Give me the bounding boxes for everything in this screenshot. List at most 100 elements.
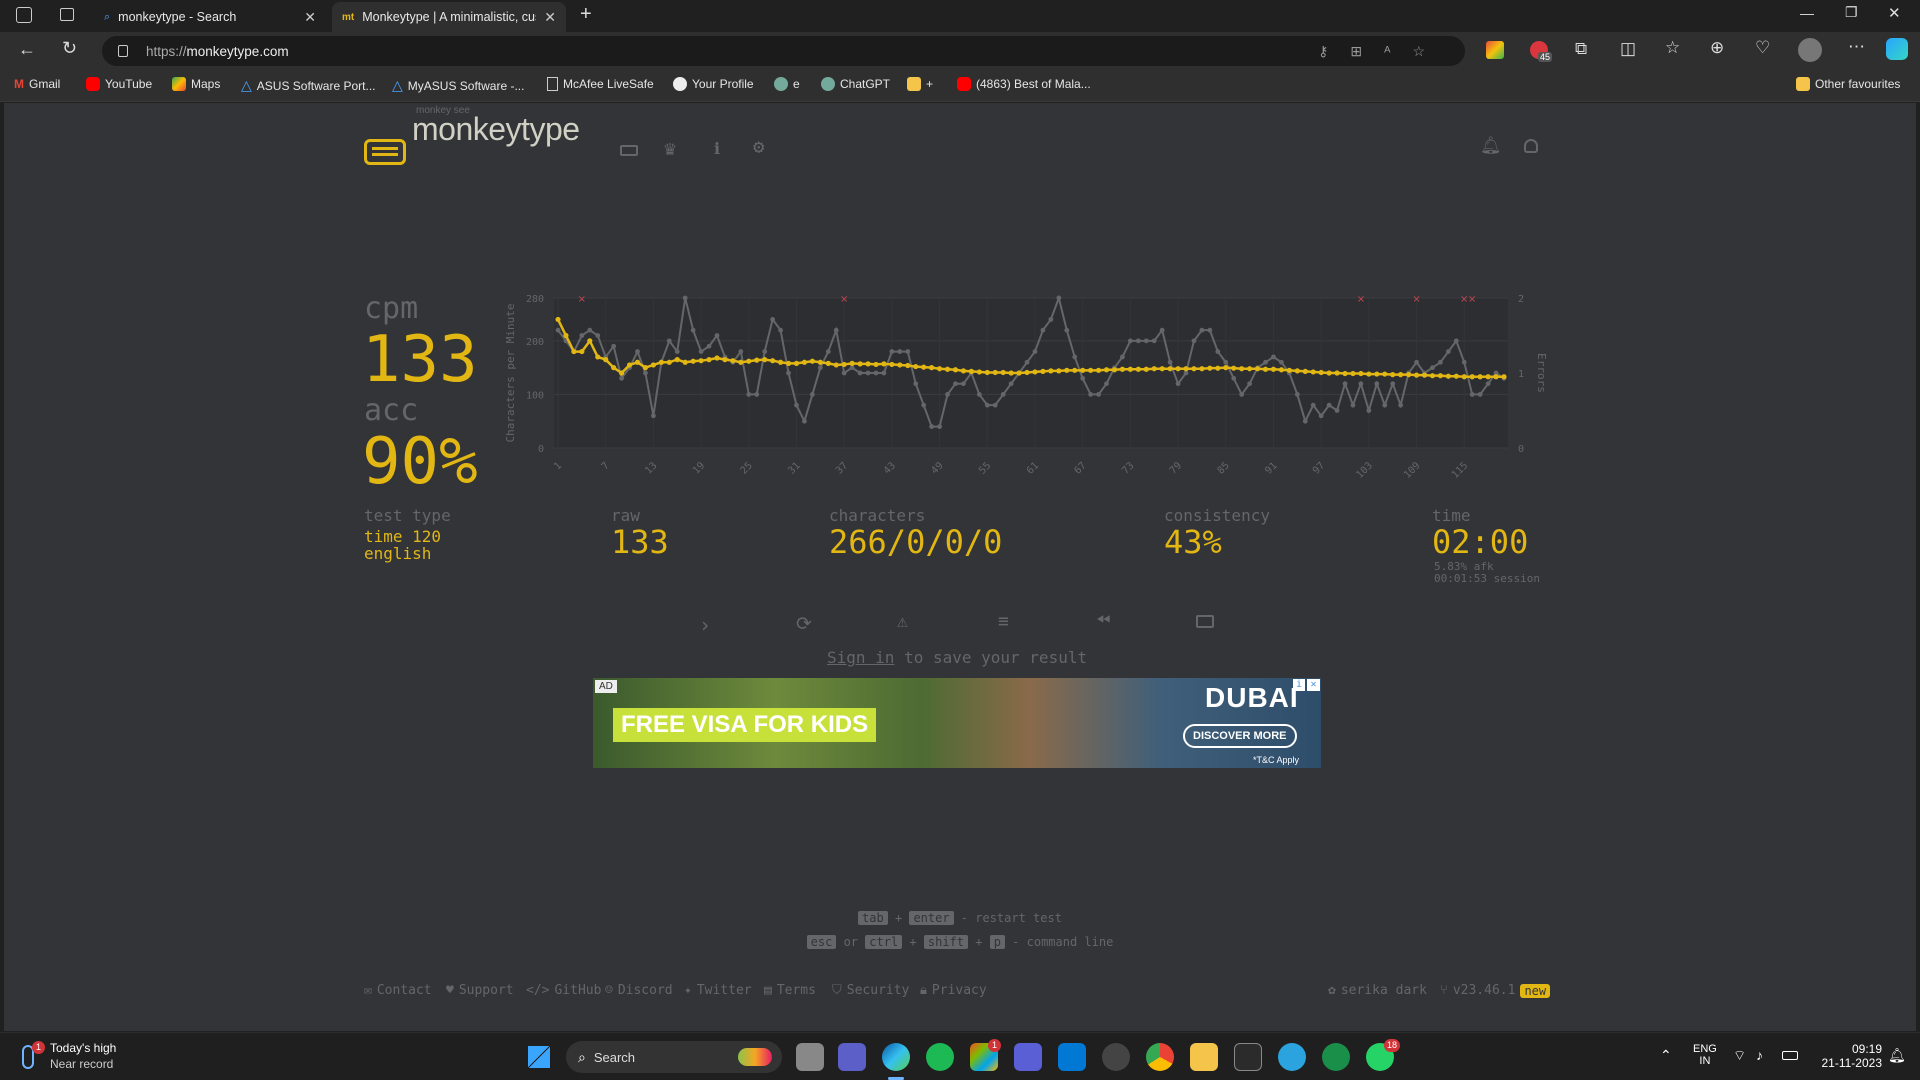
more-icon[interactable]: ⋯ [1848, 37, 1865, 57]
repeat-test-icon[interactable]: ⟳ [796, 613, 812, 635]
taskbar-search[interactable]: ⌕ Search [566, 1041, 782, 1073]
app-icon[interactable] [1014, 1043, 1042, 1071]
windows-start-icon[interactable] [528, 1046, 550, 1068]
footer-version[interactable]: ⑂ v23.46.1 new [1440, 983, 1551, 998]
footer-twitter[interactable]: ✦ Twitter [684, 983, 752, 998]
user-icon[interactable] [1524, 139, 1538, 153]
cpm-point [754, 357, 760, 363]
raw-point [1350, 402, 1356, 408]
gear-icon[interactable]: ⚙ [753, 136, 764, 158]
battery-icon[interactable] [1782, 1051, 1798, 1060]
extensions-icon[interactable]: ⧉ [1575, 39, 1587, 59]
language-indicator[interactable]: ENG IN [1693, 1043, 1717, 1067]
logo-keyboard-icon[interactable] [364, 139, 406, 165]
url-field[interactable]: https:// monkeytype.com ⚷⊞ᴬ☆ [102, 36, 1465, 66]
footer-github[interactable]: </> GitHub [526, 983, 601, 998]
wifi-icon[interactable]: ⌔ [1733, 1047, 1746, 1065]
bookmark-myasus[interactable]: △ MyASUS Software -... [392, 77, 524, 94]
unity-icon[interactable] [1102, 1043, 1130, 1071]
bookmark-chatgpt[interactable]: ChatGPT [821, 77, 890, 91]
new-tab-icon[interactable]: + [580, 3, 592, 26]
refresh-icon[interactable]: ↻ [62, 38, 77, 59]
other-favourites[interactable]: Other favourites [1796, 77, 1900, 91]
extension-icon[interactable] [1486, 41, 1504, 59]
bookmark-maps[interactable]: Maps [172, 77, 220, 91]
envelope-icon: ✉ [364, 983, 372, 998]
raw-point [1366, 408, 1372, 413]
bell-icon[interactable]: 🔔︎ [1480, 136, 1502, 156]
split-screen-icon[interactable]: ◫ [1620, 39, 1636, 59]
practice-words-icon[interactable]: ⚠ [897, 611, 908, 632]
vscode-icon[interactable] [1058, 1043, 1086, 1071]
clock[interactable]: 09:19 21-11-2023 [1812, 1042, 1883, 1070]
bookmark-youtube[interactable]: YouTube [86, 77, 152, 91]
cpm-point [563, 332, 569, 339]
ad-info-icon[interactable]: i [1293, 679, 1305, 691]
vertical-tabs-icon[interactable] [60, 8, 74, 21]
crown-icon[interactable]: ♛ [664, 136, 676, 160]
tab-monkeytype[interactable]: mt Monkeytype | A minimalistic, cus ✕ [332, 2, 566, 32]
volume-icon[interactable]: ♪ [1756, 1047, 1763, 1063]
ad-cta-button[interactable]: DISCOVER MORE [1183, 724, 1297, 748]
url-actions[interactable]: ⚷⊞ᴬ☆ [1318, 43, 1447, 60]
cpm-point [1413, 372, 1420, 378]
bookmark-asus-software-portal[interactable]: △ ASUS Software Port... [241, 77, 376, 94]
sign-in-link[interactable]: Sign in [827, 648, 894, 667]
minimize-icon[interactable]: — [1800, 5, 1814, 21]
mongodb-icon[interactable] [1322, 1043, 1350, 1071]
bookmark-mcafee[interactable]: McAfee LiveSafe [547, 77, 654, 91]
file-explorer-icon[interactable] [1190, 1043, 1218, 1071]
footer-discord[interactable]: ☺ Discord [605, 983, 673, 998]
telegram-icon[interactable] [1278, 1043, 1306, 1071]
cpm-point [785, 360, 792, 366]
replay-icon[interactable]: ⏪︎ [1096, 610, 1110, 631]
teams-icon[interactable] [838, 1043, 866, 1071]
footer-security[interactable]: ⛉ Security [832, 983, 909, 998]
terminal-icon[interactable] [1234, 1043, 1262, 1071]
spotify-icon[interactable] [926, 1043, 954, 1071]
close-tab-icon[interactable]: ✕ [304, 9, 316, 26]
raw-point [1135, 338, 1141, 344]
footer-terms[interactable]: ▤ Terms [764, 983, 816, 998]
profile-avatar[interactable] [1798, 38, 1822, 62]
lock-icon[interactable] [118, 45, 128, 57]
collections-icon[interactable]: ⊕ [1710, 38, 1724, 58]
close-tab-icon[interactable]: ✕ [544, 9, 556, 26]
chevron-up-icon[interactable]: ⌃ [1660, 1047, 1672, 1064]
weather-title[interactable]: Today's high [50, 1041, 116, 1055]
error-marker: × [1412, 294, 1420, 305]
workspaces-icon[interactable] [16, 7, 32, 23]
monkeytype-page: monkey see monkeytype ♛ i ⚙ 🔔︎ cpm 133 a… [4, 103, 1916, 1031]
chrome-icon[interactable] [1146, 1043, 1174, 1071]
bookmark-your-profile[interactable]: Your Profile [673, 77, 754, 91]
bookmark-best-of-mala[interactable]: (4863) Best of Mala... [957, 77, 1091, 91]
raw-point [833, 327, 839, 333]
footer-support[interactable]: ♥ Support [446, 983, 514, 998]
close-window-icon[interactable]: ✕ [1888, 4, 1901, 22]
cpm-point [929, 365, 935, 371]
bookmark-folder[interactable]: + [907, 77, 933, 91]
bookmark-gmail[interactable]: M Gmail [14, 77, 60, 91]
screenshot-icon[interactable] [1196, 615, 1214, 628]
raw-point [953, 381, 958, 387]
footer-privacy[interactable]: 🔒︎ Privacy [920, 983, 987, 998]
ad-banner[interactable]: AD FREE VISA FOR KIDS DUBAI DISCOVER MOR… [593, 678, 1321, 768]
notification-bell-icon[interactable]: 🔔︎ [1888, 1047, 1906, 1064]
restore-icon[interactable]: ❐ [1845, 4, 1858, 21]
edge-icon[interactable] [882, 1043, 910, 1071]
copilot-icon[interactable] [1886, 38, 1908, 60]
footer-contact[interactable]: ✉ Contact [364, 983, 432, 998]
logo-text[interactable]: monkeytype [412, 111, 580, 148]
back-icon[interactable]: ← [18, 39, 36, 60]
next-test-icon[interactable]: › [699, 613, 711, 637]
ad-close-icon[interactable]: ✕ [1307, 679, 1320, 691]
footer-theme[interactable]: ✿ serika dark [1328, 983, 1427, 998]
word-history-icon[interactable]: ≡ [998, 611, 1009, 632]
task-view-icon[interactable] [796, 1043, 824, 1071]
info-icon[interactable]: i [714, 139, 720, 158]
favourites-icon[interactable]: ☆ [1665, 38, 1680, 58]
bookmark-e[interactable]: e [774, 77, 800, 91]
tab-search[interactable]: ⌕ monkeytype - Search ✕ [94, 2, 326, 32]
browser-essentials-icon[interactable]: ♡ [1755, 38, 1770, 58]
keyboard-icon[interactable] [620, 145, 638, 156]
